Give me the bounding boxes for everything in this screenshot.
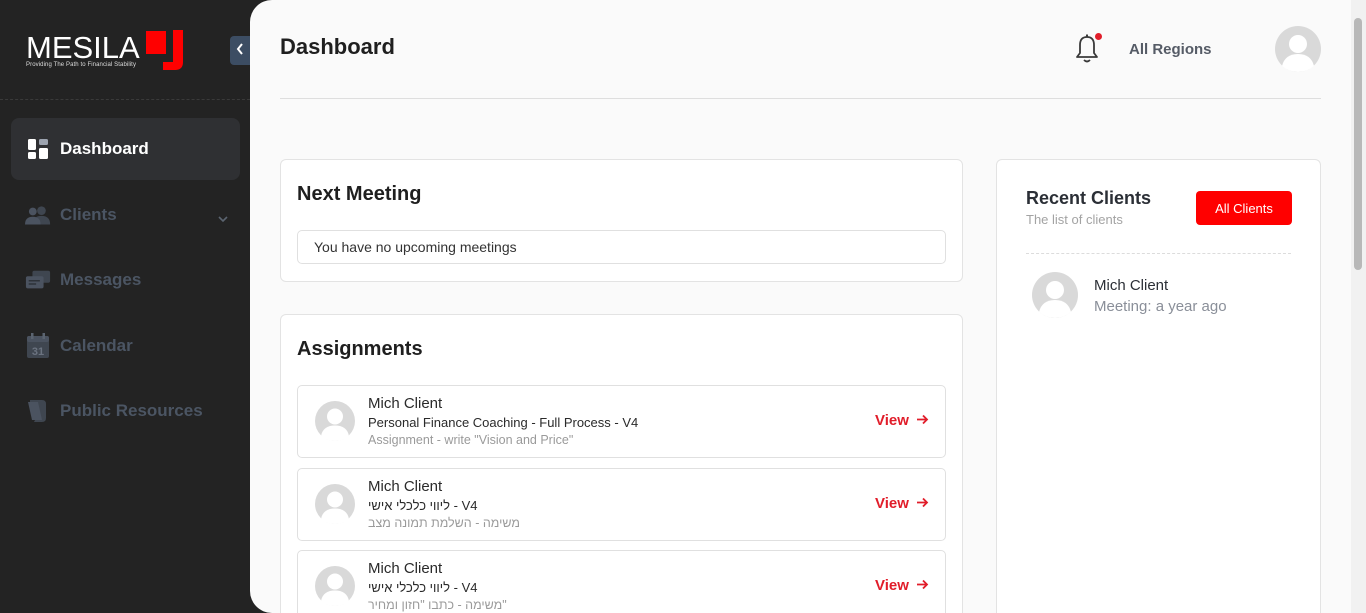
assignment-client-name: Mich Client: [368, 560, 443, 577]
view-button[interactable]: View: [875, 495, 929, 512]
assignment-task: משימה - כתבו "חזון ומחיר": [368, 598, 507, 612]
user-avatar[interactable]: [1275, 26, 1321, 72]
sidebar-divider: [0, 99, 250, 100]
sidebar-item-label: Messages: [60, 270, 142, 289]
sidebar-item-dashboard[interactable]: Dashboard: [11, 118, 240, 180]
view-label: View: [875, 412, 909, 429]
logo-tagline: Providing The Path to Financial Stabilit…: [26, 62, 137, 68]
region-selector[interactable]: All Regions: [1129, 41, 1212, 58]
chevron-left-icon: [236, 42, 244, 60]
list-item[interactable]: Mich Client ליווי כלכלי אישי - V4 משימה …: [297, 550, 946, 613]
users-icon: [25, 202, 51, 228]
calendar-icon-day: 31: [32, 346, 44, 358]
arrow-right-icon: [916, 412, 929, 429]
list-item[interactable]: Mich Client Personal Finance Coaching - …: [297, 385, 946, 458]
assignment-course: Personal Finance Coaching - Full Process…: [368, 415, 639, 430]
resources-icon: [25, 398, 51, 424]
messages-icon: [25, 267, 51, 293]
dashboard-icon: [25, 136, 51, 162]
arrow-right-icon: [916, 577, 929, 594]
avatar: [315, 401, 355, 441]
all-clients-button[interactable]: All Clients: [1196, 191, 1292, 225]
scrollbar-thumb[interactable]: [1354, 18, 1362, 270]
calendar-icon: 31: [25, 333, 51, 359]
notification-dot: [1095, 33, 1102, 40]
recent-clients-title: Recent Clients: [1026, 188, 1152, 208]
sidebar: MESILA Providing The Path to Financial S…: [0, 0, 250, 613]
sidebar-collapse-button[interactable]: [230, 36, 250, 65]
next-meeting-title: Next Meeting: [297, 183, 422, 205]
logo-mark-icon: [146, 28, 188, 75]
assignment-course: ליווי כלכלי אישי - V4: [368, 580, 478, 595]
assignments-title: Assignments: [297, 338, 423, 360]
assignment-task: Assignment - write "Vision and Price": [368, 433, 574, 447]
chevron-down-icon[interactable]: [218, 208, 228, 228]
page-title: Dashboard: [280, 34, 395, 59]
sidebar-item-calendar[interactable]: 31 Calendar: [11, 315, 240, 377]
view-button[interactable]: View: [875, 577, 929, 594]
client-meeting-meta: Meeting: a year ago: [1094, 298, 1227, 315]
no-meetings-message: You have no upcoming meetings: [297, 230, 946, 264]
sidebar-item-label: Dashboard: [60, 139, 149, 158]
client-name[interactable]: Mich Client: [1094, 277, 1168, 294]
avatar[interactable]: [1032, 272, 1078, 318]
logo-wordmark: MESILA: [26, 30, 140, 65]
header-divider: [280, 98, 1321, 99]
sidebar-item-public-resources[interactable]: Public Resources: [11, 380, 240, 442]
assignment-course: ליווי כלכלי אישי - V4: [368, 498, 478, 513]
main-panel: Dashboard All Regions Next Meeting You h…: [250, 0, 1366, 613]
avatar: [315, 566, 355, 606]
assignment-task: משימה - השלמת תמונה מצב: [368, 516, 520, 530]
assignment-client-name: Mich Client: [368, 478, 443, 495]
recent-clients-card: Recent Clients The list of clients All C…: [996, 159, 1321, 613]
view-label: View: [875, 495, 909, 512]
arrow-right-icon: [916, 495, 929, 512]
view-label: View: [875, 577, 909, 594]
sidebar-item-messages[interactable]: Messages: [11, 249, 240, 311]
sidebar-item-clients[interactable]: Clients: [11, 184, 240, 246]
recent-clients-subtitle: The list of clients: [1026, 212, 1123, 227]
sidebar-item-label: Public Resources: [60, 401, 203, 420]
mesila-logo[interactable]: MESILA Providing The Path to Financial S…: [26, 28, 196, 72]
next-meeting-card: Next Meeting You have no upcoming meetin…: [280, 159, 963, 282]
list-item[interactable]: Mich Client ליווי כלכלי אישי - V4 משימה …: [297, 468, 946, 541]
sidebar-item-label: Calendar: [60, 336, 133, 355]
avatar: [315, 484, 355, 524]
assignment-client-name: Mich Client: [368, 395, 443, 412]
sidebar-item-label: Clients: [60, 205, 117, 224]
view-button[interactable]: View: [875, 412, 929, 429]
recent-clients-divider: [1026, 253, 1291, 254]
assignments-card: Assignments Mich Client Personal Finance…: [280, 314, 963, 613]
